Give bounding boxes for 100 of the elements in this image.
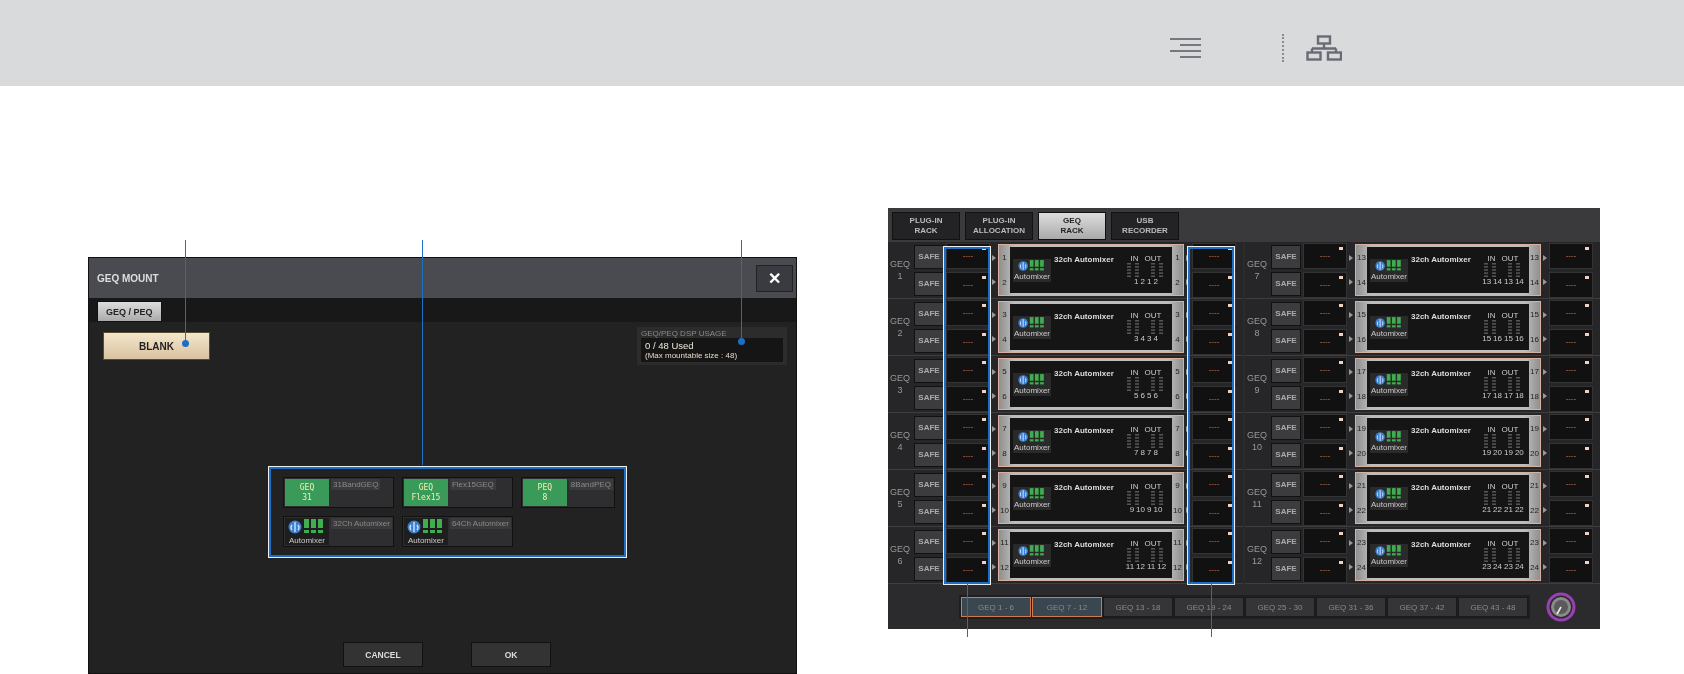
module-frame[interactable]: 21 22 Automixer 32ch Automixer IN OUT 21 22 21 22 21 22 (1355, 472, 1541, 524)
safe-button[interactable]: SAFE (914, 415, 944, 440)
slot-field[interactable]: ---- (946, 328, 990, 355)
page-tab[interactable]: GEQ 31 - 36 (1316, 597, 1386, 617)
safe-button[interactable]: SAFE (1271, 499, 1301, 524)
slot-field[interactable]: ---- (1303, 470, 1347, 497)
slot-field[interactable]: ---- (946, 385, 990, 412)
module-frame[interactable]: 13 14 Automixer 32ch Automixer IN OUT 13 14 13 14 13 14 (1355, 244, 1541, 296)
slot-field[interactable]: ---- (1192, 271, 1236, 298)
hierarchy-icon[interactable] (1306, 35, 1342, 61)
blank-button[interactable]: BLANK (103, 332, 210, 360)
safe-button[interactable]: SAFE (1271, 244, 1301, 269)
slot-field[interactable]: ---- (1192, 442, 1236, 469)
module-frame[interactable]: 5 6 Automixer 32ch Automixer IN OUT 5 6 5 6 5 6 (998, 358, 1184, 410)
slot-field[interactable]: ---- (946, 271, 990, 298)
plugin-button[interactable]: Automixer 32Ch Automixer (283, 516, 394, 547)
slot-field[interactable]: ---- (1549, 499, 1593, 526)
slot-field[interactable]: ---- (1303, 356, 1347, 383)
module-frame[interactable]: 9 10 Automixer 32ch Automixer IN OUT 9 10 9 10 9 10 (998, 472, 1184, 524)
tab[interactable]: PLUG-IN RACK (892, 212, 960, 240)
slot-field[interactable]: ---- (1549, 299, 1593, 326)
slot-field[interactable]: ---- (1192, 527, 1236, 554)
slot-field[interactable]: ---- (946, 470, 990, 497)
slot-field[interactable]: ---- (1303, 299, 1347, 326)
slot-field[interactable]: ---- (946, 442, 990, 469)
safe-button[interactable]: SAFE (1271, 328, 1301, 353)
safe-button[interactable]: SAFE (914, 271, 944, 296)
tab[interactable]: GEQ / PEQ (97, 301, 162, 322)
slot-field[interactable]: ---- (1303, 242, 1347, 269)
slot-field[interactable]: ---- (1303, 499, 1347, 526)
module-frame[interactable]: 1 2 Automixer 32ch Automixer IN OUT 1 2 1 2 1 2 (998, 244, 1184, 296)
slot-field[interactable]: ---- (1192, 556, 1236, 583)
slot-field[interactable]: ---- (1549, 271, 1593, 298)
safe-button[interactable]: SAFE (914, 556, 944, 581)
safe-button[interactable]: SAFE (914, 358, 944, 383)
slot-field[interactable]: ---- (1303, 385, 1347, 412)
safe-button[interactable]: SAFE (1271, 529, 1301, 554)
safe-button[interactable]: SAFE (914, 385, 944, 410)
align-right-icon[interactable] (1170, 36, 1202, 60)
plugin-button[interactable]: GEQ 31 31BandGEQ (283, 477, 394, 508)
tab[interactable]: PLUG-IN ALLOCATION (965, 212, 1033, 240)
slot-field[interactable]: ---- (1303, 271, 1347, 298)
slot-field[interactable]: ---- (1303, 328, 1347, 355)
slot-field[interactable]: ---- (1192, 328, 1236, 355)
safe-button[interactable]: SAFE (914, 244, 944, 269)
plugin-button[interactable]: GEQ Flex15 Flex15GEQ (401, 477, 513, 508)
page-tab[interactable]: GEQ 13 - 18 (1103, 597, 1173, 617)
slot-field[interactable]: ---- (1192, 413, 1236, 440)
slot-field[interactable]: ---- (946, 299, 990, 326)
slot-field[interactable]: ---- (1549, 470, 1593, 497)
slot-field[interactable]: ---- (1192, 470, 1236, 497)
module-frame[interactable]: 15 16 Automixer 32ch Automixer IN OUT 15 16 15 16 15 16 (1355, 301, 1541, 353)
tab[interactable]: GEQ RACK (1038, 212, 1106, 240)
slot-field[interactable]: ---- (1303, 527, 1347, 554)
safe-button[interactable]: SAFE (914, 442, 944, 467)
safe-button[interactable]: SAFE (1271, 556, 1301, 581)
safe-button[interactable]: SAFE (914, 328, 944, 353)
slot-field[interactable]: ---- (946, 556, 990, 583)
module-frame[interactable]: 11 12 Automixer 32ch Automixer IN OUT 11 12 11 12 11 12 (998, 529, 1184, 581)
safe-button[interactable]: SAFE (1271, 415, 1301, 440)
slot-field[interactable]: ---- (1549, 328, 1593, 355)
slot-field[interactable]: ---- (1303, 556, 1347, 583)
slot-field[interactable]: ---- (1303, 413, 1347, 440)
module-frame[interactable]: 23 24 Automixer 32ch Automixer IN OUT 23 24 23 24 23 24 (1355, 529, 1541, 581)
slot-field[interactable]: ---- (946, 413, 990, 440)
safe-button[interactable]: SAFE (1271, 358, 1301, 383)
page-tab[interactable]: GEQ 25 - 30 (1245, 597, 1315, 617)
slot-field[interactable]: ---- (1192, 299, 1236, 326)
ok-button[interactable]: OK (471, 642, 551, 667)
slot-field[interactable]: ---- (1303, 442, 1347, 469)
safe-button[interactable]: SAFE (914, 499, 944, 524)
slot-field[interactable]: ---- (1192, 385, 1236, 412)
plugin-button[interactable]: PEQ 8 8BandPEQ (520, 477, 615, 508)
safe-button[interactable]: SAFE (1271, 271, 1301, 296)
module-frame[interactable]: 3 4 Automixer 32ch Automixer IN OUT 3 4 3 4 3 4 (998, 301, 1184, 353)
slot-field[interactable]: ---- (946, 499, 990, 526)
cancel-button[interactable]: CANCEL (343, 642, 423, 667)
knob[interactable] (1546, 592, 1576, 622)
slot-field[interactable]: ---- (946, 356, 990, 383)
slot-field[interactable]: ---- (1192, 499, 1236, 526)
page-tab[interactable]: GEQ 37 - 42 (1387, 597, 1457, 617)
slot-field[interactable]: ---- (1549, 527, 1593, 554)
slot-field[interactable]: ---- (1549, 556, 1593, 583)
safe-button[interactable]: SAFE (914, 301, 944, 326)
slot-field[interactable]: ---- (1549, 413, 1593, 440)
module-frame[interactable]: 19 20 Automixer 32ch Automixer IN OUT 19 20 19 20 19 20 (1355, 415, 1541, 467)
close-button[interactable]: ✕ (756, 264, 793, 292)
safe-button[interactable]: SAFE (914, 472, 944, 497)
module-frame[interactable]: 17 18 Automixer 32ch Automixer IN OUT 17 18 17 18 17 18 (1355, 358, 1541, 410)
plugin-button[interactable]: Automixer 64Ch Automixer (401, 516, 513, 547)
safe-button[interactable]: SAFE (914, 529, 944, 554)
slot-field[interactable]: ---- (1192, 356, 1236, 383)
page-tab[interactable]: GEQ 43 - 48 (1458, 597, 1528, 617)
slot-field[interactable]: ---- (1549, 385, 1593, 412)
slot-field[interactable]: ---- (1549, 242, 1593, 269)
module-frame[interactable]: 7 8 Automixer 32ch Automixer IN OUT 7 8 7 8 7 8 (998, 415, 1184, 467)
safe-button[interactable]: SAFE (1271, 385, 1301, 410)
safe-button[interactable]: SAFE (1271, 301, 1301, 326)
slot-field[interactable]: ---- (1549, 442, 1593, 469)
tab[interactable]: USB RECORDER (1111, 212, 1179, 240)
